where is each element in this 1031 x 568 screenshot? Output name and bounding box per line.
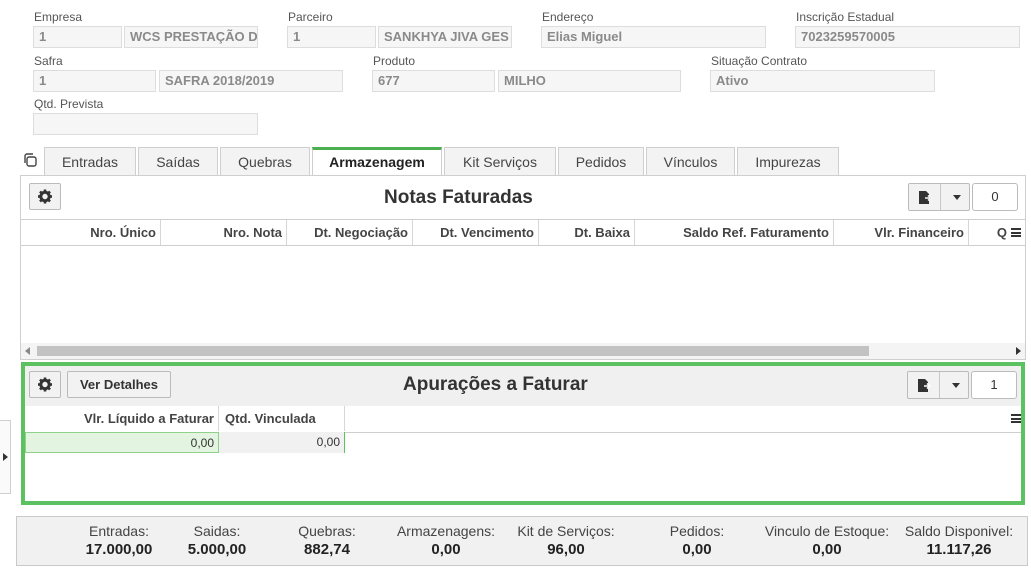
col-vlr-financeiro[interactable]: Vlr. Financeiro: [834, 220, 969, 245]
tab-pedidos[interactable]: Pedidos: [558, 147, 644, 176]
gear-icon[interactable]: [29, 371, 61, 398]
summary-label: Kit de Serviços:: [517, 523, 615, 539]
safra-name-field[interactable]: SAFRA 2018/2019: [159, 70, 343, 92]
tab-saidas[interactable]: Saídas: [138, 147, 218, 176]
tab-quebras[interactable]: Quebras: [220, 147, 310, 176]
table-row[interactable]: 0,00 0,00: [25, 432, 1021, 453]
inscricao-label: Inscrição Estadual: [796, 10, 895, 24]
summary-value: 17.000,00: [85, 541, 153, 558]
produto-code-field[interactable]: 677: [372, 70, 495, 92]
col-vlr-liquido[interactable]: Vlr. Líquido a Faturar: [25, 406, 219, 431]
endereco-label: Endereço: [542, 10, 594, 24]
col-dt-negociacao[interactable]: Dt. Negociação: [287, 220, 413, 245]
apuracoes-title: Apurações a Faturar: [403, 374, 588, 395]
cell-qtd-vinculada[interactable]: 0,00: [219, 432, 345, 453]
summary-value: 0,00: [431, 541, 461, 558]
tab-impurezas[interactable]: Impurezas: [737, 147, 839, 176]
notas-grid-header: Nro. Único Nro. Nota Dt. Negociação Dt. …: [21, 219, 1025, 246]
safra-code-field[interactable]: 1: [33, 70, 156, 92]
gear-icon[interactable]: [29, 183, 61, 210]
inscricao-field[interactable]: 7023259570005: [795, 26, 1020, 48]
col-truncated[interactable]: Q: [969, 220, 1011, 245]
summary-pedidos: Pedidos: 0,00: [657, 523, 737, 558]
apuracoes-count: 1: [971, 371, 1017, 399]
produto-label: Produto: [373, 54, 416, 68]
export-button[interactable]: [908, 183, 970, 211]
notas-faturadas-panel: Notas Faturadas 0 Nro. Único Nro. Nota D…: [20, 175, 1026, 360]
summary-label: Entradas:: [89, 523, 149, 539]
col-saldo-ref-faturamento[interactable]: Saldo Ref. Faturamento: [635, 220, 834, 245]
scroll-right-icon[interactable]: [1016, 347, 1021, 355]
col-qtd-vinculada[interactable]: Qtd. Vinculada: [219, 406, 345, 431]
tab-kit-servicos[interactable]: Kit Serviços: [444, 147, 556, 176]
tab-entradas[interactable]: Entradas: [44, 147, 136, 176]
summary-value: 11.117,26: [926, 541, 992, 558]
horizontal-scrollbar[interactable]: [21, 343, 1025, 359]
summary-saidas: Saidas: 5.000,00: [177, 523, 257, 558]
summary-vinculo-estoque: Vinculo de Estoque: 0,00: [761, 523, 893, 558]
summary-kit-servicos: Kit de Serviços: 96,00: [513, 523, 619, 558]
summary-armazenagens: Armazenagens: 0,00: [392, 523, 500, 558]
situacao-label: Situação Contrato: [711, 54, 808, 68]
chevron-down-icon[interactable]: [952, 383, 960, 388]
summary-label: Armazenagens:: [396, 523, 496, 539]
summary-label: Vinculo de Estoque:: [764, 523, 890, 539]
ver-detalhes-button[interactable]: Ver Detalhes: [67, 371, 171, 398]
col-dt-baixa[interactable]: Dt. Baixa: [539, 220, 635, 245]
apuracoes-panel: Ver Detalhes Apurações a Faturar 1 Vlr. …: [21, 362, 1025, 505]
summary-label: Saidas:: [193, 523, 241, 539]
side-expander[interactable]: [0, 420, 11, 494]
empresa-code-field[interactable]: 1: [33, 26, 122, 48]
column-menu-icon[interactable]: [1011, 414, 1021, 423]
summary-label: Quebras:: [298, 523, 356, 539]
produto-name-field[interactable]: MILHO: [498, 70, 681, 92]
tab-armazenagem[interactable]: Armazenagem: [312, 147, 442, 177]
summary-entradas: Entradas: 17.000,00: [79, 523, 159, 558]
summary-value: 0,00: [812, 541, 842, 558]
summary-value: 882,74: [304, 541, 350, 558]
button-separator: [940, 184, 941, 210]
parceiro-code-field[interactable]: 1: [287, 26, 376, 48]
qtd-prevista-label: Qtd. Prevista: [34, 97, 104, 111]
col-dt-vencimento[interactable]: Dt. Vencimento: [413, 220, 539, 245]
parceiro-label: Parceiro: [288, 10, 333, 24]
chevron-down-icon[interactable]: [953, 195, 961, 200]
summary-value: 0,00: [682, 541, 712, 558]
summary-saldo-disponivel: Saldo Disponivel: 11.117,26: [901, 523, 1017, 558]
scrollbar-thumb[interactable]: [37, 346, 869, 356]
tab-vinculos[interactable]: Vínculos: [646, 147, 735, 176]
col-nro-nota[interactable]: Nro. Nota: [161, 220, 287, 245]
copy-icon[interactable]: [22, 152, 38, 168]
notas-count: 0: [972, 183, 1018, 211]
safra-label: Safra: [34, 54, 63, 68]
endereco-field[interactable]: Elias Miguel: [541, 26, 766, 48]
apuracoes-toolbar: Ver Detalhes Apurações a Faturar 1: [25, 366, 1021, 406]
apuracoes-grid-header: Vlr. Líquido a Faturar Qtd. Vinculada: [25, 406, 1021, 433]
summary-label: Saldo Disponivel:: [904, 523, 1014, 539]
qtd-prevista-field[interactable]: [33, 113, 258, 135]
parceiro-name-field[interactable]: SANKHYA JIVA GES: [378, 26, 512, 48]
expand-arrow-icon[interactable]: [3, 453, 8, 461]
summary-quebras: Quebras: 882,74: [287, 523, 367, 558]
scroll-left-icon[interactable]: [25, 347, 30, 355]
summary-value: 96,00: [547, 541, 585, 558]
summary-value: 5.000,00: [187, 541, 247, 558]
export-button[interactable]: [907, 371, 969, 399]
column-menu-icon[interactable]: [1011, 228, 1021, 237]
notas-title: Notas Faturadas: [384, 187, 533, 208]
summary-bar: Entradas: 17.000,00 Saidas: 5.000,00 Que…: [16, 516, 1028, 566]
cell-vlr-liquido[interactable]: 0,00: [25, 432, 219, 453]
button-separator: [939, 372, 940, 398]
summary-label: Pedidos:: [669, 523, 725, 539]
empresa-name-field[interactable]: WCS PRESTAÇÃO D: [124, 26, 258, 48]
situacao-field[interactable]: Ativo: [710, 70, 935, 92]
export-icon: [917, 378, 932, 396]
col-nro-unico[interactable]: Nro. Único: [21, 220, 161, 245]
export-icon: [918, 190, 933, 208]
empresa-label: Empresa: [34, 10, 83, 24]
